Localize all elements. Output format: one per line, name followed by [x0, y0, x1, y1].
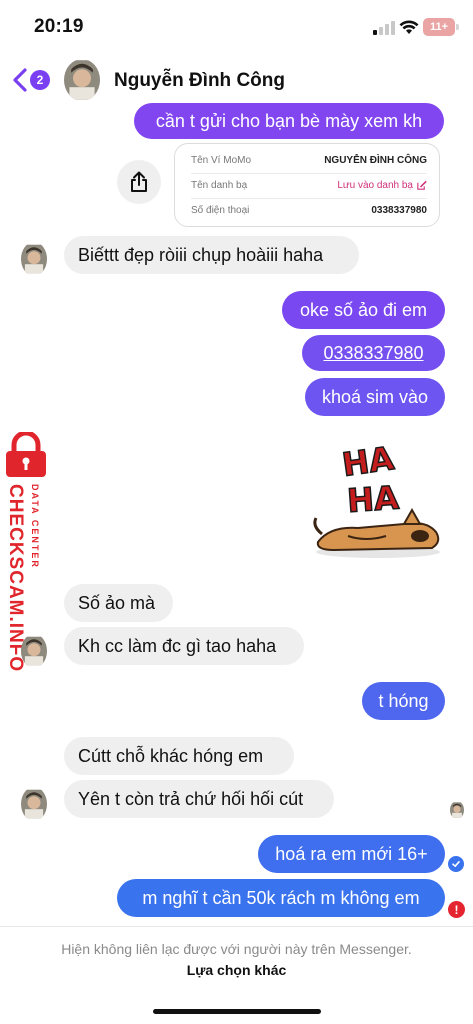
- message-bubble-outgoing[interactable]: t hóng: [362, 682, 445, 720]
- message-bubble-incoming[interactable]: Số ảo mà: [64, 584, 173, 622]
- message-bubble-outgoing[interactable]: hoá ra em mới 16+: [258, 835, 445, 873]
- message-text: oke số ảo đi em: [299, 299, 428, 320]
- delivered-check-icon: [448, 856, 464, 872]
- haha-dog-sticker[interactable]: HA HA: [308, 440, 448, 562]
- message-text: Kh cc làm đc gì tao haha: [78, 635, 277, 656]
- unreachable-notice: Hiện không liên lạc được với người này t…: [61, 941, 412, 957]
- card-row-phone: Số điện thoại 0338337980: [191, 200, 427, 220]
- message-bubble-incoming[interactable]: Yên t còn trả chứ hối hối cút: [64, 780, 334, 818]
- conversation-header: 2 Nguyễn Đình Công: [0, 56, 473, 106]
- contact-name[interactable]: Nguyễn Đình Công: [114, 70, 285, 92]
- other-options-button[interactable]: Lựa chọn khác: [0, 962, 473, 978]
- card-row-wallet-name: Tên Ví MoMo NGUYỄN ĐÌNH CÔNG: [191, 150, 427, 170]
- contact-avatar-small[interactable]: [21, 634, 47, 668]
- message-text: m nghĩ t cần 50k rách m không em: [142, 887, 420, 908]
- message-text: khoá sim vào: [321, 386, 429, 407]
- card-row-contact-name: Tên danh bạ Lưu vào danh bạ: [191, 175, 427, 195]
- message-text: Biếttt đẹp ròiii chụp hoàiii haha: [78, 244, 324, 265]
- message-bubble-outgoing[interactable]: m nghĩ t cần 50k rách m không em: [117, 879, 445, 917]
- save-contact-link[interactable]: Lưu vào danh bạ: [337, 180, 427, 191]
- message-text: Cútt chỗ khác hóng em: [78, 745, 264, 766]
- status-time: 20:19: [34, 16, 84, 37]
- message-bubble-incoming[interactable]: Cútt chỗ khác hóng em: [64, 737, 294, 775]
- message-bubble-outgoing[interactable]: khoá sim vào: [305, 378, 445, 416]
- share-button[interactable]: [117, 160, 161, 204]
- card-label: Số điện thoại: [191, 204, 250, 216]
- card-divider: [191, 173, 427, 174]
- card-value: 0338337980: [371, 204, 427, 216]
- card-label: Tên Ví MoMo: [191, 154, 252, 166]
- lock-icon: [6, 432, 46, 477]
- back-chevron-icon[interactable]: [10, 67, 28, 93]
- message-bubble-outgoing[interactable]: 0338337980: [302, 335, 445, 371]
- status-bar: 20:19 11+: [0, 0, 473, 56]
- momo-contact-card[interactable]: Tên Ví MoMo NGUYỄN ĐÌNH CÔNG Tên danh bạ…: [174, 143, 440, 227]
- unread-count-badge[interactable]: 2: [30, 70, 50, 90]
- contact-avatar-small[interactable]: [21, 242, 47, 276]
- card-label: Tên danh bạ: [191, 179, 248, 191]
- read-receipt-avatar: [450, 801, 464, 819]
- message-text: Yên t còn trả chứ hối hối cút: [78, 788, 304, 809]
- message-text: cần t gửi cho bạn bè mày xem kh: [155, 110, 423, 131]
- share-icon: [131, 171, 147, 192]
- message-bubble-incoming[interactable]: Biếttt đẹp ròiii chụp hoàiii haha: [64, 236, 359, 274]
- battery-tip: [456, 24, 459, 30]
- message-bubble-outgoing[interactable]: oke số ảo đi em: [282, 291, 445, 329]
- edit-icon: [417, 180, 427, 190]
- home-indicator[interactable]: [153, 1009, 321, 1014]
- card-value: NGUYỄN ĐÌNH CÔNG: [324, 154, 427, 166]
- message-text: t hóng: [378, 690, 429, 711]
- watermark-subtitle: DATA CENTER: [30, 484, 40, 569]
- card-divider: [191, 198, 427, 199]
- phone-number-link[interactable]: 0338337980: [323, 343, 423, 364]
- battery-indicator: 11+: [423, 18, 455, 36]
- message-text: Số ảo mà: [78, 592, 156, 613]
- messenger-footer: Hiện không liên lạc được với người này t…: [0, 926, 473, 1024]
- contact-avatar[interactable]: [64, 59, 100, 101]
- sticker-text-top: HA: [340, 440, 397, 484]
- sticker-text-bottom: HA: [346, 478, 400, 520]
- save-contact-label: Lưu vào danh bạ: [337, 179, 413, 191]
- message-text: hoá ra em mới 16+: [275, 843, 428, 864]
- message-bubble-incoming[interactable]: Kh cc làm đc gì tao haha: [64, 627, 304, 665]
- signal-icon: [373, 21, 395, 35]
- message-bubble-outgoing[interactable]: cần t gửi cho bạn bè mày xem kh: [134, 103, 444, 139]
- send-failed-icon[interactable]: !: [448, 901, 465, 918]
- battery-level: 11+: [429, 21, 449, 33]
- contact-avatar-small[interactable]: [21, 787, 47, 821]
- wifi-icon: [399, 20, 419, 34]
